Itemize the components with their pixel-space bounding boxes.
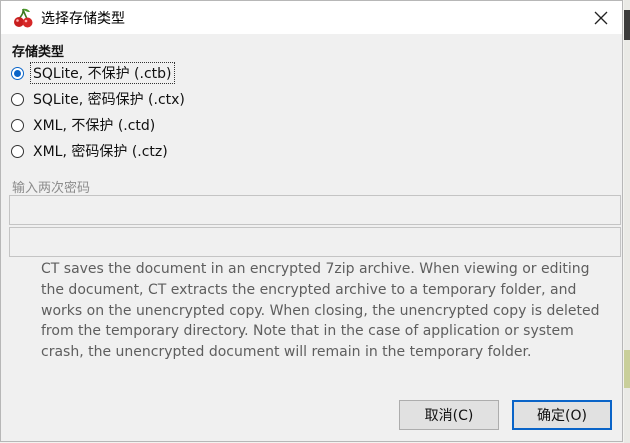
radio-label: XML, 不保护 (.ctd) <box>33 118 156 134</box>
close-button[interactable] <box>587 5 615 31</box>
storage-type-label: 存储类型 <box>12 45 65 60</box>
radio-xml-unprotected[interactable]: XML, 不保护 (.ctd) <box>11 114 157 136</box>
radio-sqlite-password[interactable]: SQLite, 密码保护 (.ctx) <box>11 88 187 110</box>
background-window-edge <box>624 0 630 443</box>
radio-label: SQLite, 不保护 (.ctb) <box>30 62 175 84</box>
radio-label: SQLite, 密码保护 (.ctx) <box>33 92 185 108</box>
background-window-strip <box>624 350 630 388</box>
storage-type-dialog: 选择存储类型 存储类型 SQLite, 不保护 (.ctb) SQLite, 密… <box>0 0 623 442</box>
background-window-strip <box>624 10 630 40</box>
radio-sqlite-unprotected[interactable]: SQLite, 不保护 (.ctb) <box>11 62 175 84</box>
radio-button[interactable] <box>11 118 24 132</box>
ok-button[interactable]: 确定(O) <box>512 400 612 430</box>
radio-button-checked[interactable] <box>11 66 24 80</box>
close-icon <box>594 11 608 25</box>
cherry-icon <box>14 8 33 28</box>
cancel-button[interactable]: 取消(C) <box>399 400 499 430</box>
password-field[interactable] <box>9 195 621 225</box>
password-confirm-field[interactable] <box>9 227 621 257</box>
radio-xml-password[interactable]: XML, 密码保护 (.ctz) <box>11 140 170 162</box>
radio-button[interactable] <box>11 92 24 106</box>
window-title: 选择存储类型 <box>41 11 125 27</box>
title-bar: 选择存储类型 <box>1 1 622 34</box>
radio-label: XML, 密码保护 (.ctz) <box>33 144 168 160</box>
password-label: 输入两次密码 <box>12 181 91 196</box>
description-text: CT saves the document in an encrypted 7z… <box>41 261 600 361</box>
radio-button[interactable] <box>11 144 24 158</box>
